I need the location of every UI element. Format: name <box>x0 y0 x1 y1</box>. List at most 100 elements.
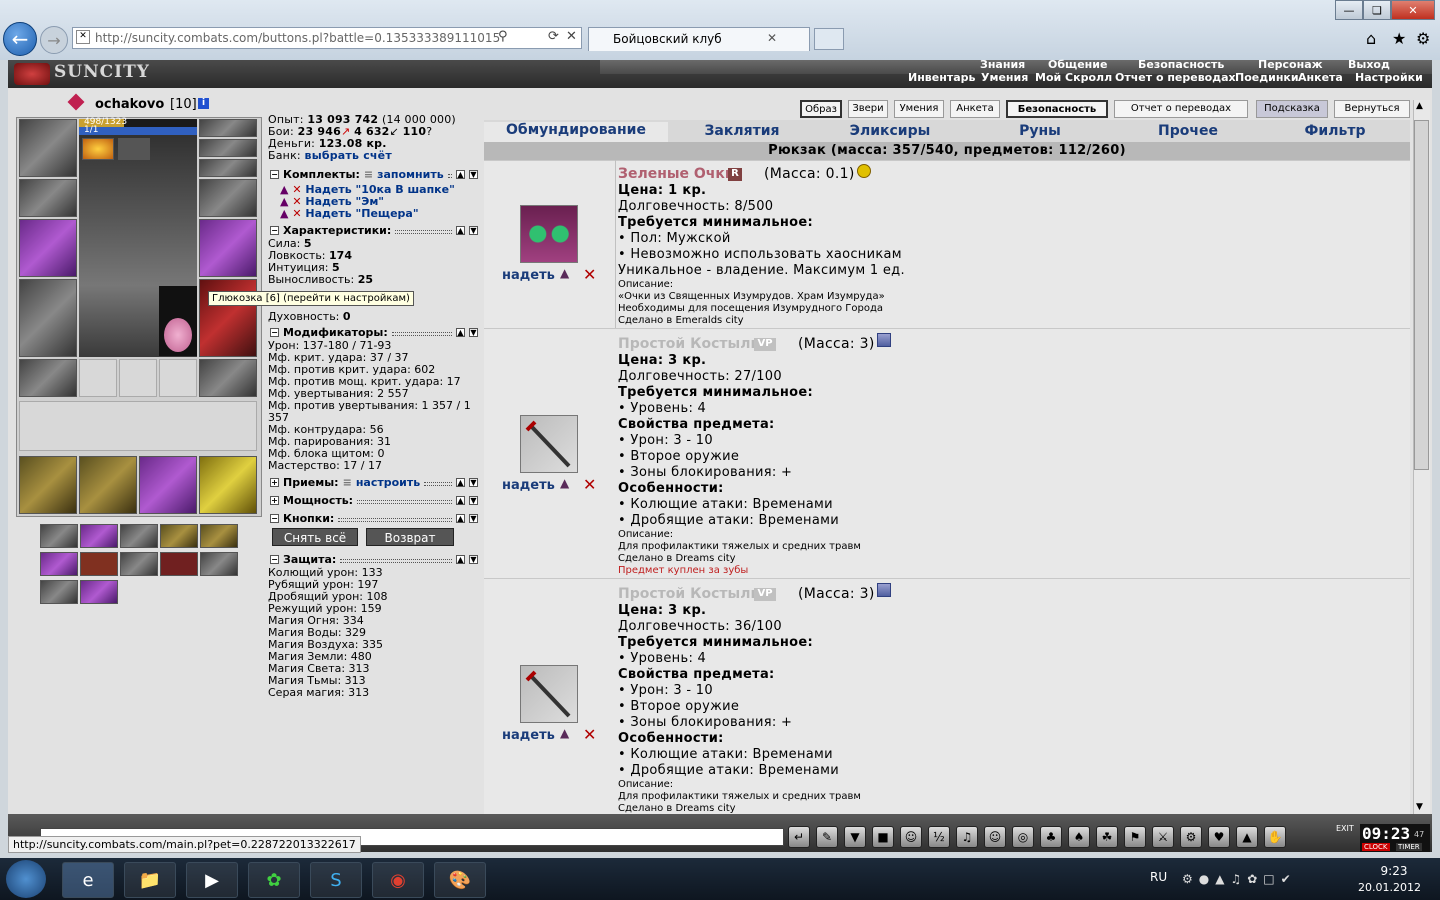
submenu-settings[interactable]: Настройки <box>1355 71 1423 84</box>
move-down-icon[interactable]: ▼ <box>469 328 478 337</box>
collapse-icon[interactable]: − <box>270 328 279 337</box>
move-down-icon[interactable]: ▼ <box>469 514 478 523</box>
boots-slot[interactable] <box>199 359 257 397</box>
move-down-icon[interactable]: ▼ <box>469 496 478 505</box>
skype-icon[interactable]: S <box>310 862 362 898</box>
favorites-icon[interactable]: ★ <box>1392 29 1406 48</box>
buff-icon[interactable] <box>82 138 114 160</box>
buff2-icon[interactable] <box>118 138 150 160</box>
tab-elixirs[interactable]: Эликсиры <box>816 123 964 139</box>
bracers-slot[interactable] <box>19 179 77 217</box>
spell-icon-11[interactable] <box>40 580 78 604</box>
weapon-left-slot[interactable] <box>19 219 77 277</box>
music-icon[interactable]: ♫ <box>956 826 978 848</box>
submenu-my-scroll[interactable]: Мой Скролл <box>1035 71 1112 84</box>
spell-icon-1[interactable] <box>40 524 78 548</box>
move-up-icon[interactable]: ▲ <box>456 478 465 487</box>
spell-icon-5[interactable] <box>200 524 238 548</box>
helmet-slot[interactable] <box>19 119 77 177</box>
emoji-icon[interactable]: ☺ <box>984 826 1006 848</box>
minimize-button[interactable]: — <box>1335 0 1363 20</box>
bag-slot-2[interactable] <box>79 456 137 514</box>
spell-icon-12[interactable] <box>80 580 118 604</box>
menu-exit[interactable]: Выход <box>1348 58 1390 71</box>
gloves-slot[interactable] <box>199 179 257 217</box>
smile-icon[interactable]: ☺ <box>900 826 922 848</box>
bag-slot-4[interactable] <box>199 456 257 514</box>
move-up-icon[interactable]: ▲ <box>456 514 465 523</box>
move-up-icon[interactable]: ▲ <box>456 170 465 179</box>
info-icon[interactable]: i <box>198 98 209 109</box>
move-down-icon[interactable]: ▼ <box>469 170 478 179</box>
back-icon[interactable]: ← <box>3 22 37 56</box>
menu-knowledge[interactable]: Знания <box>980 58 1025 71</box>
ie-icon[interactable]: e <box>62 862 114 898</box>
bag-slot-1[interactable] <box>19 456 77 514</box>
move-up-icon[interactable]: ▲ <box>456 328 465 337</box>
remove-all-button[interactable]: Снять всё <box>272 528 358 546</box>
settings-gear-icon[interactable]: ⚙ <box>1416 29 1430 48</box>
explorer-icon[interactable]: 📁 <box>124 862 176 898</box>
delete-icon[interactable]: ✕ <box>583 475 596 494</box>
exit-label[interactable]: EXIT <box>1336 824 1354 833</box>
move-up-icon[interactable]: ▲ <box>456 226 465 235</box>
scroll-up-icon[interactable]: ▲ <box>1416 101 1423 111</box>
tray-icons[interactable]: ⚙●▲♫✿□✔ <box>1182 872 1352 888</box>
start-button[interactable] <box>6 860 46 898</box>
tab-filter[interactable]: Фильтр <box>1262 123 1408 139</box>
crutch-icon[interactable] <box>520 665 578 723</box>
heart-icon[interactable]: ♥ <box>1208 826 1230 848</box>
belt-slot[interactable] <box>19 359 77 397</box>
hand-icon[interactable]: ✋ <box>1264 826 1286 848</box>
clover-icon[interactable]: ☘ <box>1096 826 1118 848</box>
spell-icon-8[interactable] <box>120 552 158 576</box>
timer-label[interactable]: TIMER <box>1396 843 1422 851</box>
shirt-icon[interactable]: ▲ <box>560 726 569 740</box>
language-indicator[interactable]: RU <box>1150 870 1167 884</box>
spell-icon-7[interactable] <box>80 552 118 576</box>
submenu-fights[interactable]: Поединки <box>1235 71 1299 84</box>
spades-icon[interactable]: ♠ <box>1068 826 1090 848</box>
crutch-icon[interactable] <box>520 415 578 473</box>
spell-icon-2[interactable] <box>80 524 118 548</box>
collapse-icon[interactable]: − <box>270 555 279 564</box>
submenu-transfers[interactable]: Отчет о переводах <box>1115 71 1236 84</box>
armor-slot[interactable] <box>19 279 77 357</box>
menu-character[interactable]: Персонаж <box>1258 58 1323 71</box>
save-icon[interactable]: ■ <box>872 826 894 848</box>
rune-slot-3[interactable] <box>159 359 197 397</box>
pet-icon[interactable] <box>164 318 192 352</box>
tab-close-icon[interactable]: ✕ <box>767 31 777 45</box>
collapse-icon[interactable]: − <box>270 514 279 523</box>
search-icon[interactable]: ⚲ <box>498 29 508 44</box>
menu-security[interactable]: Безопасность <box>1138 58 1224 71</box>
move-up-icon[interactable]: ▲ <box>456 555 465 564</box>
set-item[interactable]: ▲ ✕ Надеть "Пещера" <box>280 208 455 220</box>
maximize-button[interactable]: ❏ <box>1363 0 1391 20</box>
target-icon[interactable]: ◎ <box>1012 826 1034 848</box>
move-up-icon[interactable]: ▲ <box>456 496 465 505</box>
eraser-icon[interactable]: ✎ <box>816 826 838 848</box>
expand-icon[interactable]: + <box>270 478 279 487</box>
tab-other[interactable]: Прочее <box>1116 123 1260 139</box>
profile-button[interactable]: Анкета <box>950 100 1000 118</box>
rune-slot-2[interactable] <box>119 359 157 397</box>
paint-icon[interactable]: 🎨 <box>434 862 486 898</box>
filter-icon[interactable]: ▼ <box>844 826 866 848</box>
spell-icon-6[interactable] <box>40 552 78 576</box>
gear-icon[interactable]: ⚙ <box>1180 826 1202 848</box>
rune-slot-1[interactable] <box>79 359 117 397</box>
security-button[interactable]: Безопасность <box>1006 100 1108 118</box>
tab-runes[interactable]: Руны <box>966 123 1114 139</box>
weapon-right-slot[interactable] <box>199 219 257 277</box>
submenu-profile[interactable]: Анкета <box>1298 71 1343 84</box>
back-button[interactable]: Вернуться <box>1334 100 1410 118</box>
ring-slot[interactable] <box>199 159 257 177</box>
pets-button[interactable]: Звери <box>848 100 888 118</box>
move-down-icon[interactable]: ▼ <box>469 555 478 564</box>
menu-communication[interactable]: Общение <box>1048 58 1107 71</box>
wear-link[interactable]: надеть <box>502 728 555 743</box>
collapse-icon[interactable]: − <box>270 226 279 235</box>
bag-slot-3[interactable] <box>139 456 197 514</box>
chrome-icon[interactable]: ◉ <box>372 862 424 898</box>
